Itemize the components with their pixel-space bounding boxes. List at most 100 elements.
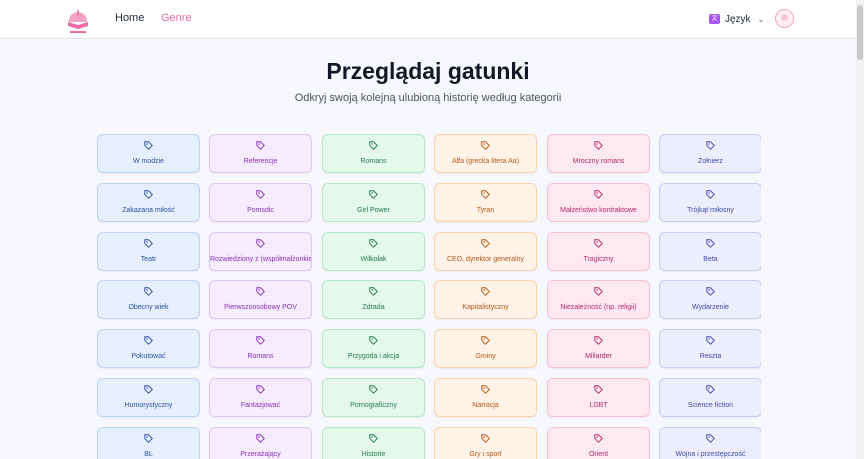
genre-card[interactable]: Romans bbox=[322, 134, 425, 173]
genre-label: Romans bbox=[247, 353, 274, 360]
genre-card[interactable]: Niezależność (np. religii) bbox=[547, 280, 650, 319]
genre-card[interactable]: Teatr bbox=[97, 232, 200, 271]
genre-label: Gminy bbox=[475, 353, 496, 360]
language-selector[interactable]: 文 Język ⌄ bbox=[709, 11, 764, 27]
genre-card[interactable]: Żołnierz bbox=[659, 134, 761, 173]
genre-card[interactable]: Pornograficzny bbox=[322, 378, 425, 417]
tag-icon bbox=[323, 287, 424, 298]
tag-icon bbox=[210, 239, 311, 250]
genre-card[interactable]: Reszta bbox=[659, 329, 761, 368]
genre-card[interactable]: Zakazana miłość bbox=[97, 183, 200, 222]
genre-grid: W modzie Referencje Romans Alfa (grecka lit… bbox=[97, 134, 761, 459]
genre-label: Pomsdic bbox=[247, 207, 274, 214]
genre-card[interactable]: Romans bbox=[209, 329, 312, 368]
genre-card[interactable]: Humorystyczny bbox=[97, 378, 200, 417]
genre-card[interactable]: W modzie bbox=[97, 134, 200, 173]
page-title: Przeglądaj gatunki bbox=[326, 58, 530, 84]
translate-icon: 文 bbox=[709, 14, 720, 24]
genre-card[interactable]: Mroczny romans bbox=[547, 134, 650, 173]
genre-label: LGBT bbox=[589, 402, 608, 409]
nav-genre-link[interactable]: Genre bbox=[161, 12, 192, 24]
language-label: Język bbox=[725, 13, 751, 25]
genre-card[interactable]: LGBT bbox=[547, 378, 650, 417]
tag-icon bbox=[98, 287, 199, 298]
tag-icon bbox=[323, 385, 424, 396]
scrollbar-thumb[interactable] bbox=[857, 5, 863, 60]
tag-icon bbox=[98, 434, 199, 445]
genre-card[interactable]: Alfa (grecka litera Aα) bbox=[434, 134, 537, 173]
genre-card[interactable]: Trójkąt miłosny bbox=[659, 183, 761, 222]
page-subtitle: Odkryj swoją kolejną ulubioną historię w… bbox=[294, 92, 562, 104]
genre-label: Kapitalistyczny bbox=[462, 304, 509, 311]
tag-icon bbox=[210, 287, 311, 298]
tag-icon bbox=[98, 336, 199, 347]
genre-label: Pokutować bbox=[131, 353, 166, 360]
tag-icon bbox=[98, 190, 199, 201]
genre-label: Historie bbox=[361, 451, 386, 458]
genre-card[interactable]: Tyran bbox=[434, 183, 537, 222]
genre-card[interactable]: Kapitalistyczny bbox=[434, 280, 537, 319]
genre-card[interactable]: Orient bbox=[547, 427, 650, 459]
user-avatar-icon[interactable] bbox=[775, 9, 794, 28]
genre-card[interactable]: Małżeństwo kontraktowe bbox=[547, 183, 650, 222]
genre-card[interactable]: BL bbox=[97, 427, 200, 459]
logo-icon[interactable] bbox=[63, 5, 93, 35]
tag-icon bbox=[548, 385, 649, 396]
genre-card[interactable]: Rozwiedziony z (współmałżonkie bbox=[209, 232, 312, 271]
genre-card[interactable]: Zdrada bbox=[322, 280, 425, 319]
chevron-down-icon: ⌄ bbox=[757, 14, 765, 24]
tag-icon bbox=[435, 239, 536, 250]
genre-card[interactable]: Przygoda i akcja bbox=[322, 329, 425, 368]
genre-label: Humorystyczny bbox=[124, 402, 173, 409]
genre-card[interactable]: Narracja bbox=[434, 378, 537, 417]
tag-icon bbox=[548, 141, 649, 152]
genre-card[interactable]: Wydarzenie bbox=[659, 280, 761, 319]
genre-card[interactable]: Pomsdic bbox=[209, 183, 312, 222]
genre-label: Rozwiedziony z (współmałżonkie bbox=[210, 256, 312, 263]
tag-icon bbox=[548, 434, 649, 445]
tag-icon bbox=[660, 239, 761, 250]
genre-card[interactable]: Miliarder bbox=[547, 329, 650, 368]
top-nav: Home Genre 文 Język ⌄ bbox=[0, 0, 864, 39]
tag-icon bbox=[548, 190, 649, 201]
genre-label: CEO, dyrektor generalny bbox=[446, 256, 525, 263]
genre-label: Romans bbox=[360, 158, 387, 165]
page-scrollbar[interactable] bbox=[856, 0, 864, 459]
genre-card[interactable]: Referencje bbox=[209, 134, 312, 173]
genre-card[interactable]: Science fiction bbox=[659, 378, 761, 417]
tag-icon bbox=[210, 336, 311, 347]
genre-card[interactable]: Wojna i przestępczość bbox=[659, 427, 761, 459]
genre-card[interactable]: Girl Power bbox=[322, 183, 425, 222]
genre-card[interactable]: Wilkołak bbox=[322, 232, 425, 271]
genre-card[interactable]: Obecny wiek bbox=[97, 280, 200, 319]
genre-label: BL bbox=[144, 451, 153, 458]
genre-card[interactable]: Tragiczny bbox=[547, 232, 650, 271]
genre-label: Orient bbox=[588, 451, 609, 458]
genre-card[interactable]: Fantazjować bbox=[209, 378, 312, 417]
genre-card[interactable]: Beta bbox=[659, 232, 761, 271]
tag-icon bbox=[660, 287, 761, 298]
genre-card[interactable]: Gry i sport bbox=[434, 427, 537, 459]
genre-card[interactable]: Historie bbox=[322, 427, 425, 459]
tag-icon bbox=[660, 141, 761, 152]
genre-label: Pornograficzny bbox=[350, 402, 397, 409]
genre-card[interactable]: CEO, dyrektor generalny bbox=[434, 232, 537, 271]
genre-card[interactable]: Pierwszoosobowy POV bbox=[209, 280, 312, 319]
genre-label: Przygoda i akcja bbox=[347, 353, 400, 360]
genre-label: Beta bbox=[703, 256, 718, 263]
tag-icon bbox=[435, 434, 536, 445]
tag-icon bbox=[323, 190, 424, 201]
genre-card[interactable]: Przerażający bbox=[209, 427, 312, 459]
nav-home-link[interactable]: Home bbox=[115, 12, 144, 24]
genre-card[interactable]: Pokutować bbox=[97, 329, 200, 368]
tag-icon bbox=[210, 141, 311, 152]
genre-label: Wojna i przestępczość bbox=[675, 451, 746, 458]
genre-card[interactable]: Gminy bbox=[434, 329, 537, 368]
genre-label: Miliarder bbox=[585, 353, 612, 360]
tag-icon bbox=[548, 287, 649, 298]
genre-label: W modzie bbox=[132, 158, 165, 165]
genre-label: Tyran bbox=[476, 207, 495, 214]
genre-label: Zdrada bbox=[362, 304, 385, 311]
tag-icon bbox=[323, 336, 424, 347]
genre-label: Żołnierz bbox=[698, 158, 723, 165]
